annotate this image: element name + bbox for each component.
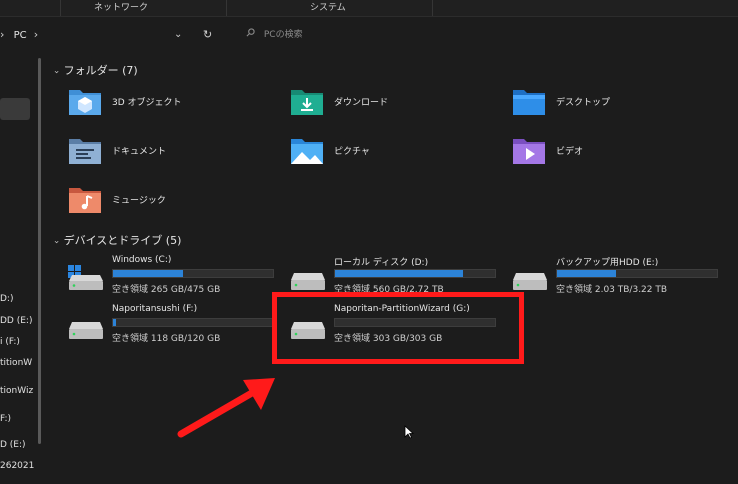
drive-usage-fill — [335, 270, 463, 277]
folder-3d-objects[interactable]: 3D オブジェクト — [68, 86, 268, 120]
3d-objects-folder-icon — [69, 90, 101, 115]
nav-item[interactable]: i (F:) — [0, 337, 38, 347]
search-input[interactable]: PCの検索 — [240, 25, 460, 45]
ribbon-separator — [432, 0, 433, 16]
nav-item[interactable]: 262021 — [0, 461, 38, 471]
drive-usage-bar — [556, 269, 718, 278]
folder-label: ダウンロード — [334, 98, 389, 108]
drive-usage-bar — [112, 318, 274, 327]
breadcrumb[interactable]: › PC › — [0, 28, 38, 41]
nav-item[interactable]: DD (E:) — [0, 316, 38, 326]
drive-f[interactable]: Naporitansushi (F:) 空き領域 118 GB/120 GB — [68, 304, 278, 350]
breadcrumb-chevron-icon[interactable]: › — [34, 28, 38, 41]
drive-c[interactable]: Windows (C:) 空き領域 265 GB/475 GB — [68, 255, 278, 301]
folder-label: デスクトップ — [556, 98, 611, 108]
nav-selected-item[interactable] — [0, 98, 30, 120]
breadcrumb-pc[interactable]: PC — [14, 30, 27, 41]
folder-label: ミュージック — [112, 196, 166, 206]
ribbon-separator — [226, 0, 227, 16]
ribbon-tab-system[interactable]: システム — [310, 0, 346, 16]
drive-free-space: 空き領域 2.03 TB/3.22 TB — [556, 285, 668, 295]
chevron-down-icon[interactable]: › — [51, 70, 61, 74]
highlight-box — [272, 292, 524, 364]
drive-name: バックアップ用HDD (E:) — [556, 258, 659, 268]
drive-name: Naporitansushi (F:) — [112, 304, 198, 314]
nav-item[interactable]: tionWiz — [0, 386, 38, 396]
folder-music[interactable]: ミュージック — [68, 184, 268, 218]
search-placeholder: PCの検索 — [263, 30, 303, 40]
downloads-folder-icon — [291, 90, 323, 115]
drives-section-title: デバイスとドライブ (5) — [63, 234, 182, 247]
pictures-folder-icon — [291, 139, 323, 164]
chevron-down-icon[interactable]: › — [51, 240, 61, 244]
drive-usage-bar — [112, 269, 274, 278]
nav-scrollbar[interactable] — [38, 58, 41, 444]
ribbon-separator — [60, 0, 61, 16]
drive-usage-fill — [113, 319, 117, 326]
refresh-icon[interactable]: ↻ — [203, 28, 212, 41]
documents-folder-icon — [69, 139, 101, 164]
folder-label: 3D オブジェクト — [112, 98, 182, 108]
mouse-cursor-icon — [404, 425, 414, 439]
folder-videos[interactable]: ビデオ — [512, 135, 712, 169]
folder-label: ビデオ — [556, 147, 584, 157]
folder-desktop[interactable]: デスクトップ — [512, 86, 712, 120]
hdd-icon — [291, 273, 325, 290]
drive-free-space: 空き領域 265 GB/475 GB — [112, 285, 221, 295]
folders-section-title: フォルダー (7) — [63, 64, 138, 77]
folder-label: ピクチャ — [334, 147, 370, 157]
drive-free-space: 空き領域 118 GB/120 GB — [112, 334, 221, 344]
hdd-icon — [69, 322, 103, 339]
nav-item[interactable]: F:) — [0, 414, 38, 424]
red-arrow-icon — [177, 378, 275, 438]
folder-pictures[interactable]: ピクチャ — [290, 135, 490, 169]
hdd-icon — [513, 273, 547, 290]
videos-folder-icon — [513, 139, 545, 164]
drive-usage-bar — [334, 269, 496, 278]
breadcrumb-chevron-icon: › — [0, 28, 5, 41]
nav-item[interactable]: D:) — [0, 294, 38, 304]
folder-downloads[interactable]: ダウンロード — [290, 86, 490, 120]
chevron-down-icon[interactable]: ⌄ — [174, 29, 182, 40]
desktop-folder-icon — [513, 90, 545, 115]
nav-item[interactable]: D (E:) — [0, 440, 38, 450]
drive-usage-fill — [113, 270, 184, 277]
music-folder-icon — [69, 188, 101, 213]
windows-drive-icon — [68, 265, 103, 290]
drive-usage-fill — [557, 270, 617, 277]
nav-item[interactable]: titionW — [0, 358, 38, 368]
ribbon-tab-network[interactable]: ネットワーク — [94, 0, 148, 16]
folder-label: ドキュメント — [112, 147, 167, 157]
ribbon-bar: ネットワーク システム — [0, 0, 738, 17]
drive-name: ローカル ディスク (D:) — [334, 258, 429, 268]
drive-name: Windows (C:) — [112, 255, 172, 265]
drive-e[interactable]: バックアップ用HDD (E:) 空き領域 2.03 TB/3.22 TB — [512, 255, 722, 301]
folders-section-header[interactable]: › フォルダー (7) — [51, 62, 138, 78]
folder-documents[interactable]: ドキュメント — [68, 135, 268, 169]
drives-section-header[interactable]: › デバイスとドライブ (5) — [51, 232, 182, 248]
search-icon — [246, 25, 255, 45]
